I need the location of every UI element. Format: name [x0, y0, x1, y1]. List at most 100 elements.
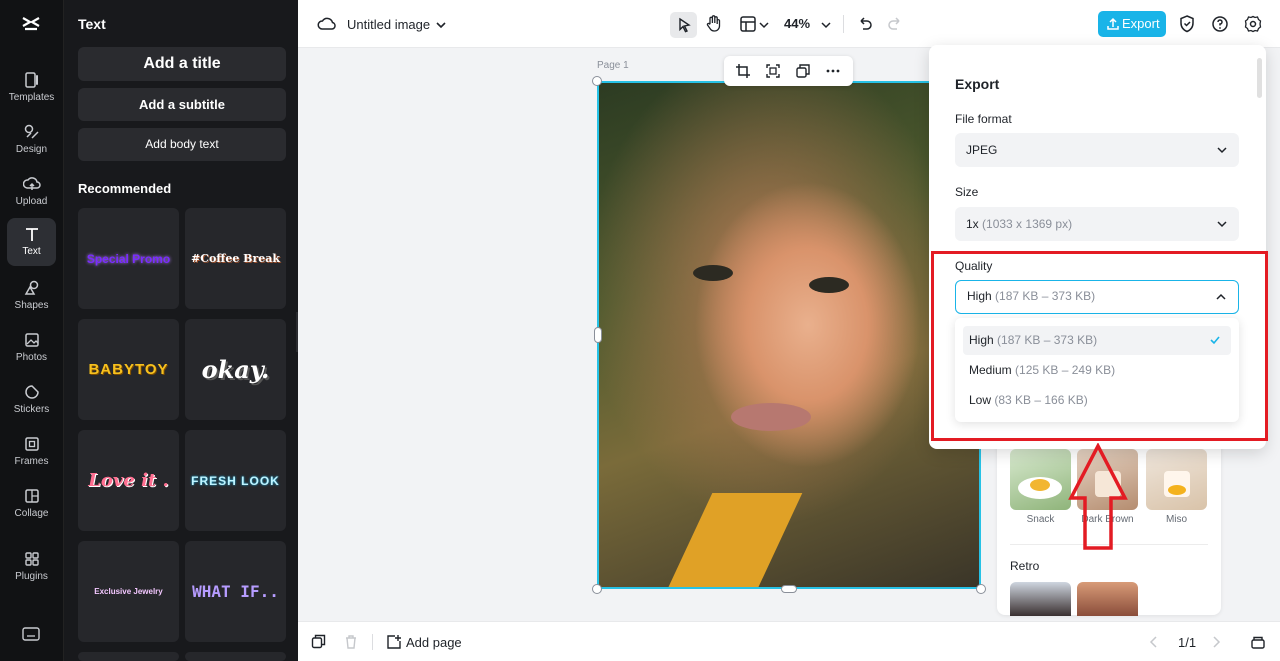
chevron-down-icon[interactable]	[758, 14, 770, 36]
redo-icon[interactable]	[884, 13, 906, 35]
text-preset-tile[interactable]: Exclusive Jewelry	[78, 541, 179, 642]
add-title-button[interactable]: Add a title	[78, 47, 286, 81]
frames-icon	[24, 437, 39, 451]
photos-icon	[24, 333, 39, 347]
text-preset-label: Exclusive Jewelry	[94, 587, 163, 596]
size-select[interactable]: 1x (1033 x 1369 px)	[955, 207, 1239, 241]
resize-handle[interactable]	[781, 585, 797, 593]
add-page-button[interactable]: Add page	[406, 635, 462, 650]
text-preset-tile[interactable]	[78, 652, 179, 661]
quality-label: Quality	[955, 259, 993, 273]
checkmark-icon	[1210, 336, 1220, 345]
plugins-icon	[24, 552, 39, 566]
text-preset-label: okay.	[201, 355, 270, 384]
text-preset-tile[interactable]: Special Promo	[78, 208, 179, 309]
export-button[interactable]: Export	[1098, 11, 1166, 37]
add-page-icon[interactable]	[386, 634, 402, 650]
trash-icon[interactable]	[344, 634, 358, 649]
layout-icon[interactable]	[737, 13, 759, 35]
rail-label: Text	[22, 246, 41, 257]
rail-label: Stickers	[13, 404, 50, 415]
filter-thumbnail[interactable]	[1010, 449, 1071, 510]
text-panel: Text Add a title Add a subtitle Add body…	[63, 0, 298, 661]
rail-item-plugins[interactable]: Plugins	[7, 543, 56, 591]
scan-icon[interactable]	[765, 63, 781, 79]
select-tool-button[interactable]	[670, 12, 697, 38]
stickers-icon	[24, 385, 39, 399]
collage-icon	[24, 489, 39, 503]
pointer-icon	[679, 17, 691, 33]
chevron-down-icon[interactable]	[434, 14, 448, 36]
upload-icon	[22, 177, 41, 190]
filter-thumbnail[interactable]	[1077, 449, 1138, 510]
add-subtitle-button[interactable]: Add a subtitle	[78, 88, 286, 121]
keyboard-shortcuts-icon[interactable]	[22, 626, 40, 642]
option-name: Medium	[969, 363, 1012, 377]
chevron-down-icon[interactable]	[820, 14, 832, 36]
text-preset-tile[interactable]: Love it .	[78, 430, 179, 531]
text-preset-tile[interactable]: BABYTOY	[78, 319, 179, 420]
quality-value: High	[967, 289, 992, 303]
more-icon[interactable]	[825, 63, 841, 79]
scrollbar-thumb[interactable]	[1257, 58, 1262, 98]
rail-item-design[interactable]: Design	[7, 116, 56, 164]
text-preset-label: BABYTOY	[88, 361, 169, 378]
crop-icon[interactable]	[735, 63, 751, 79]
rail-label: Upload	[15, 196, 48, 207]
gear-icon[interactable]	[1242, 13, 1264, 35]
rail-item-templates[interactable]: Templates	[7, 64, 56, 112]
filter-thumbnail[interactable]	[1077, 582, 1138, 616]
option-detail: (83 KB – 166 KB)	[994, 393, 1088, 407]
photo-detail	[665, 493, 803, 587]
hand-tool-icon[interactable]	[703, 13, 725, 35]
rail-item-photos[interactable]: Photos	[7, 324, 56, 372]
photo-detail	[809, 277, 849, 293]
filter-label: Snack	[1026, 514, 1055, 525]
resize-handle[interactable]	[594, 327, 602, 343]
upload-icon	[1107, 17, 1119, 30]
rail-item-upload[interactable]: Upload	[7, 168, 56, 216]
quality-select[interactable]: High (187 KB – 373 KB)	[955, 280, 1239, 314]
quality-option-medium[interactable]: Medium (125 KB – 249 KB)	[963, 356, 1231, 385]
rail-item-stickers[interactable]: Stickers	[7, 376, 56, 424]
text-preset-tile[interactable]: WHAT IF..	[185, 541, 286, 642]
add-body-text-button[interactable]: Add body text	[78, 128, 286, 161]
rail-item-shapes[interactable]: Shapes	[7, 272, 56, 320]
document-title[interactable]: Untitled image	[347, 17, 430, 32]
text-preset-tile[interactable]: #Coffee Break	[185, 208, 286, 309]
resize-handle[interactable]	[592, 76, 602, 86]
shield-icon[interactable]	[1176, 13, 1198, 35]
cloud-save-icon[interactable]	[316, 13, 338, 35]
quality-option-low[interactable]: Low (83 KB – 166 KB)	[963, 386, 1231, 415]
chevron-right-icon[interactable]	[1210, 635, 1222, 649]
shapes-icon	[24, 280, 38, 295]
canvas-photo[interactable]	[597, 81, 981, 589]
text-icon	[25, 228, 38, 241]
layers-icon[interactable]	[1250, 634, 1266, 650]
text-preset-tile[interactable]	[185, 652, 286, 661]
rail-item-text[interactable]: Text	[7, 218, 56, 266]
quality-option-high[interactable]: High (187 KB – 373 KB)	[963, 326, 1231, 355]
text-preset-tile[interactable]: okay.	[185, 319, 286, 420]
zoom-level[interactable]: 44%	[784, 16, 810, 31]
file-format-select[interactable]: JPEG	[955, 133, 1239, 167]
rail-item-frames[interactable]: Frames	[7, 428, 56, 476]
resize-handle[interactable]	[976, 584, 986, 594]
chevron-down-icon	[1217, 221, 1227, 228]
text-preset-tile[interactable]: FRESH LOOK	[185, 430, 286, 531]
filter-thumbnail[interactable]	[1010, 582, 1071, 616]
duplicate-icon[interactable]	[795, 63, 811, 79]
undo-icon[interactable]	[854, 13, 876, 35]
icon-rail: Templates Design Upload Text Shapes Phot…	[0, 0, 63, 661]
rail-label: Plugins	[15, 571, 48, 582]
chevron-left-icon[interactable]	[1148, 635, 1160, 649]
export-title: Export	[955, 76, 1000, 92]
templates-icon	[24, 72, 38, 88]
size-label: Size	[955, 185, 979, 199]
filter-thumbnail[interactable]	[1146, 449, 1207, 510]
rail-item-collage[interactable]: Collage	[7, 480, 56, 528]
resize-handle[interactable]	[592, 584, 602, 594]
capcut-logo-icon[interactable]	[17, 12, 45, 40]
help-icon[interactable]	[1209, 13, 1231, 35]
duplicate-page-icon[interactable]	[311, 634, 326, 649]
